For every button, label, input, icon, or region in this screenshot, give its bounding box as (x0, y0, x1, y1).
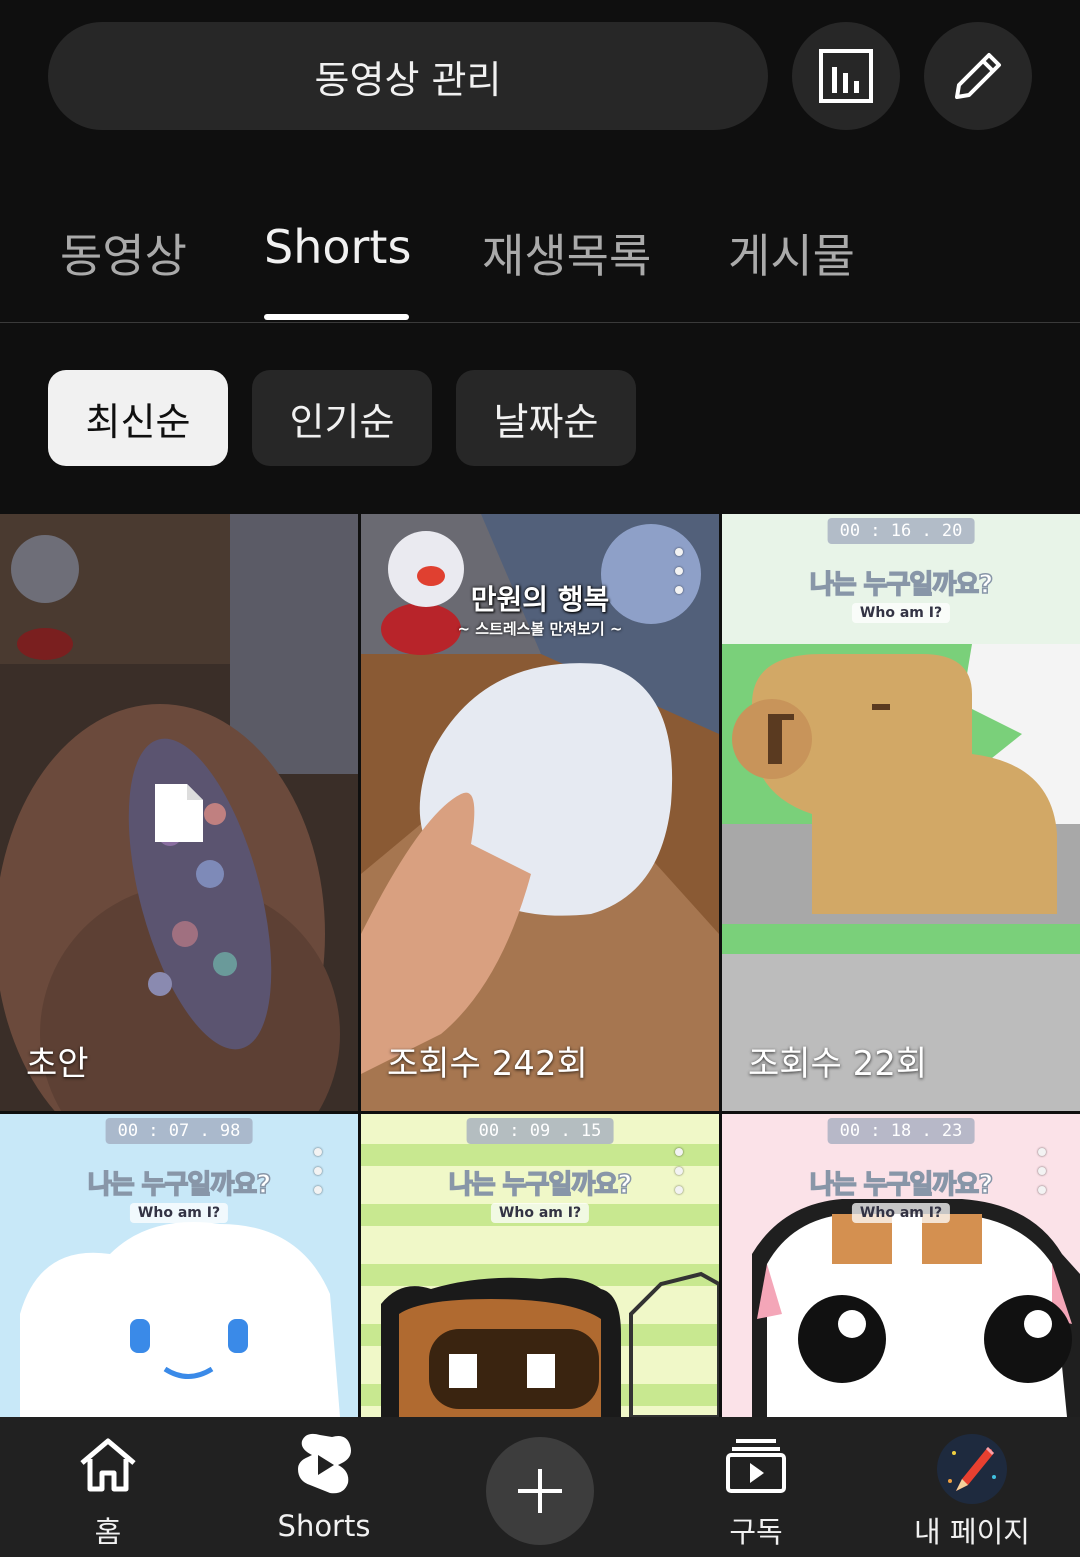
filter-latest-chip[interactable]: 최신순 (48, 370, 228, 466)
short-status-label: 초안 (26, 1044, 89, 1084)
nav-subscriptions[interactable]: 구독 (676, 1417, 836, 1557)
short-thumbnail (0, 1114, 358, 1417)
short-thumbnail (361, 1114, 719, 1417)
bar-chart-icon (819, 49, 873, 103)
short-tile[interactable]: 00 : 09 . 15 나는 누구일까요? Who am I? (361, 1114, 719, 1417)
bottom-navigation: 홈 Shorts 구독 내 페이지 (0, 1417, 1080, 1557)
nav-my-page-label: 내 페이지 (914, 1515, 1030, 1549)
avatar (937, 1434, 1007, 1504)
filter-popular-chip[interactable]: 인기순 (252, 370, 432, 466)
top-bar: 동영상 관리 (0, 0, 1080, 150)
short-title: 나는 누구일까요? (809, 1169, 994, 1201)
tab-videos[interactable]: 동영상 (60, 220, 187, 286)
nav-home-label: 홈 (94, 1515, 122, 1549)
short-subtitle: Who am I? (851, 1203, 951, 1223)
nav-subscriptions-label: 구독 (729, 1515, 783, 1549)
more-options-icon[interactable] (673, 548, 685, 594)
timer-badge: 00 : 07 . 98 (105, 1118, 253, 1144)
short-thumbnail (722, 1114, 1080, 1417)
short-title: 나는 누구일까요? (87, 1169, 272, 1201)
nav-home[interactable]: 홈 (28, 1417, 188, 1557)
short-tile[interactable]: 00 : 16 . 20 나는 누구일까요? Who am I? 조회수 22회 (722, 514, 1080, 1111)
draft-document-icon (155, 784, 203, 842)
create-button[interactable] (486, 1437, 594, 1545)
short-title: 만원의 행복 (470, 583, 610, 616)
nav-shorts[interactable]: Shorts (244, 1417, 404, 1557)
short-title: 나는 누구일까요? (448, 1169, 633, 1201)
short-tile[interactable]: 00 : 18 . 23 나는 누구일까요? Who am I? (722, 1114, 1080, 1417)
shorts-icon (298, 1433, 351, 1494)
timer-badge: 00 : 09 . 15 (466, 1118, 614, 1144)
short-title: 나는 누구일까요? (809, 569, 994, 601)
filter-date-chip[interactable]: 날짜순 (456, 370, 636, 466)
short-views-label: 조회수 22회 (748, 1044, 928, 1084)
manage-videos-button[interactable]: 동영상 관리 (48, 22, 768, 130)
short-views-label: 조회수 242회 (387, 1044, 588, 1084)
tab-shorts[interactable]: Shorts (264, 220, 411, 274)
short-tile-draft[interactable]: 초안 (0, 514, 358, 1111)
tab-posts[interactable]: 게시물 (728, 220, 855, 286)
short-subtitle: Who am I? (490, 1203, 590, 1223)
short-tile[interactable]: 00 : 07 . 98 나는 누구일까요? Who am I? (0, 1114, 358, 1417)
pencil-icon (955, 53, 1001, 99)
short-subtitle: Who am I? (129, 1203, 229, 1223)
plus-icon (518, 1469, 562, 1513)
channel-tabs: 동영상 Shorts 재생목록 게시물 (0, 190, 1080, 323)
subscriptions-icon (726, 1439, 786, 1493)
short-tile[interactable]: 만원의 행복 ~ 스트레스볼 만져보기 ~ 조회수 242회 (361, 514, 719, 1111)
more-options-icon[interactable] (312, 1148, 324, 1194)
more-options-icon[interactable] (673, 1148, 685, 1194)
home-icon (80, 1438, 136, 1492)
nav-shorts-label: Shorts (277, 1509, 371, 1543)
timer-badge: 00 : 18 . 23 (827, 1118, 975, 1144)
active-tab-indicator (264, 314, 409, 320)
analytics-button[interactable] (792, 22, 900, 130)
edit-button[interactable] (924, 22, 1032, 130)
more-options-icon[interactable] (1036, 1148, 1048, 1194)
nav-my-page[interactable]: 내 페이지 (892, 1417, 1052, 1557)
manage-videos-label: 동영상 관리 (314, 57, 502, 102)
tab-playlists[interactable]: 재생목록 (482, 220, 651, 286)
short-subtitle: ~ 스트레스볼 만져보기 ~ (457, 620, 623, 638)
timer-badge: 00 : 16 . 20 (827, 518, 975, 544)
short-subtitle: Who am I? (851, 603, 951, 623)
